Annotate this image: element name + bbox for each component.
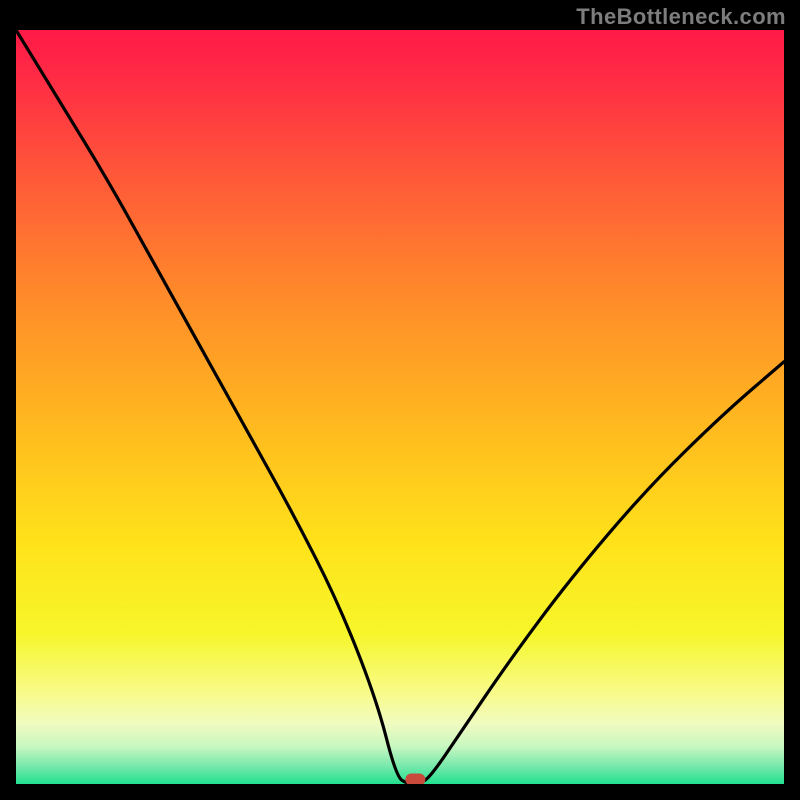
gradient-background [16, 30, 784, 784]
optimal-point-marker [405, 773, 425, 784]
watermark-label: TheBottleneck.com [576, 4, 786, 30]
bottleneck-chart [16, 30, 784, 784]
chart-frame: TheBottleneck.com [0, 0, 800, 800]
plot-area [16, 30, 784, 784]
